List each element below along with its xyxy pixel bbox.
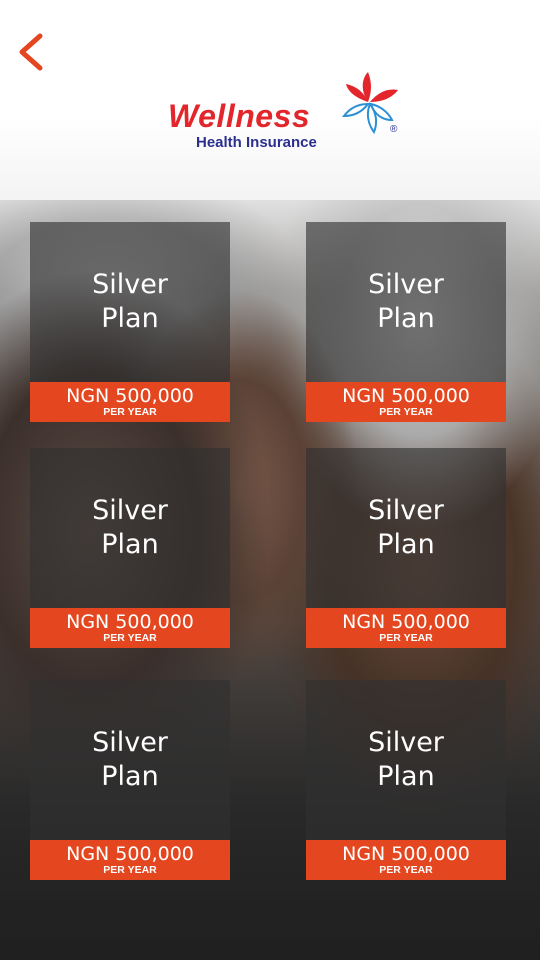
plan-card[interactable]: Silver Plan NGN 500,000 PER YEAR bbox=[30, 222, 230, 422]
plan-period: PER YEAR bbox=[379, 406, 433, 418]
plan-name-line2: Plan bbox=[377, 303, 435, 334]
plan-name-line2: Plan bbox=[377, 761, 435, 792]
plan-card[interactable]: Silver Plan NGN 500,000 PER YEAR bbox=[30, 680, 230, 880]
plan-card-body: Silver Plan bbox=[306, 222, 506, 382]
plan-name-line1: Silver bbox=[368, 727, 444, 758]
logo-tagline: Health Insurance bbox=[196, 134, 317, 151]
back-button[interactable] bbox=[14, 30, 54, 74]
chevron-left-icon bbox=[19, 33, 43, 71]
plan-card-body: Silver Plan bbox=[30, 680, 230, 840]
plan-period: PER YEAR bbox=[379, 864, 433, 876]
plan-price-bar: NGN 500,000 PER YEAR bbox=[306, 382, 506, 422]
plan-price-bar: NGN 500,000 PER YEAR bbox=[30, 608, 230, 648]
plan-price: NGN 500,000 bbox=[342, 843, 470, 865]
plan-price: NGN 500,000 bbox=[342, 611, 470, 633]
plan-name-line1: Silver bbox=[368, 495, 444, 526]
plan-price: NGN 500,000 bbox=[66, 611, 194, 633]
plan-card[interactable]: Silver Plan NGN 500,000 PER YEAR bbox=[30, 448, 230, 648]
plan-name-line2: Plan bbox=[101, 761, 159, 792]
flower-logo-icon: ® bbox=[341, 72, 398, 134]
plan-period: PER YEAR bbox=[103, 632, 157, 644]
app-header: Wellness Health Insurance ® bbox=[0, 0, 540, 210]
plan-name-line1: Silver bbox=[92, 495, 168, 526]
plan-name-line2: Plan bbox=[101, 529, 159, 560]
plan-period: PER YEAR bbox=[103, 864, 157, 876]
plan-price-bar: NGN 500,000 PER YEAR bbox=[306, 840, 506, 880]
plan-card-body: Silver Plan bbox=[30, 448, 230, 608]
plan-name-line1: Silver bbox=[368, 269, 444, 300]
plan-card-body: Silver Plan bbox=[306, 680, 506, 840]
plan-name-line1: Silver bbox=[92, 269, 168, 300]
plan-card[interactable]: Silver Plan NGN 500,000 PER YEAR bbox=[306, 680, 506, 880]
plan-price: NGN 500,000 bbox=[342, 385, 470, 407]
registered-mark: ® bbox=[390, 124, 398, 134]
plan-name-line1: Silver bbox=[92, 727, 168, 758]
plan-price-bar: NGN 500,000 PER YEAR bbox=[30, 840, 230, 880]
logo-brand-text: Wellness bbox=[168, 98, 311, 134]
plan-period: PER YEAR bbox=[379, 632, 433, 644]
plan-period: PER YEAR bbox=[103, 406, 157, 418]
plan-card-body: Silver Plan bbox=[306, 448, 506, 608]
plan-name-line2: Plan bbox=[377, 529, 435, 560]
plan-price-bar: NGN 500,000 PER YEAR bbox=[306, 608, 506, 648]
plan-price-bar: NGN 500,000 PER YEAR bbox=[30, 382, 230, 422]
wellness-logo: Wellness Health Insurance ® bbox=[166, 70, 406, 154]
plan-card[interactable]: Silver Plan NGN 500,000 PER YEAR bbox=[306, 448, 506, 648]
plan-card[interactable]: Silver Plan NGN 500,000 PER YEAR bbox=[306, 222, 506, 422]
plan-name-line2: Plan bbox=[101, 303, 159, 334]
plan-card-body: Silver Plan bbox=[30, 222, 230, 382]
plan-price: NGN 500,000 bbox=[66, 385, 194, 407]
plan-price: NGN 500,000 bbox=[66, 843, 194, 865]
